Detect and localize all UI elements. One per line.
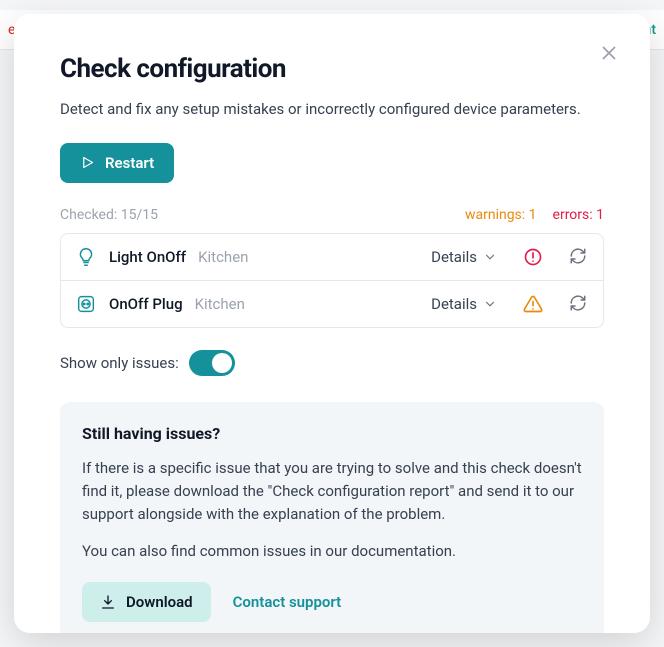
warning-icon <box>523 294 543 314</box>
download-button[interactable]: Download <box>82 582 211 622</box>
chevron-down-icon <box>483 297 497 311</box>
close-button[interactable] <box>598 42 620 68</box>
device-list: Light OnOff Kitchen Details OnOff Plug K… <box>60 233 604 328</box>
contact-support-link[interactable]: Contact support <box>233 593 342 611</box>
device-row: OnOff Plug Kitchen Details <box>61 280 603 327</box>
filter-row: Show only issues: <box>60 350 604 376</box>
refresh-button[interactable] <box>569 247 589 267</box>
restart-button[interactable]: Restart <box>60 143 174 183</box>
chevron-down-icon <box>483 250 497 264</box>
toggle-knob <box>212 353 232 373</box>
plug-icon <box>75 293 97 315</box>
help-body: If there is a specific issue that you ar… <box>82 457 582 527</box>
stats-row: Checked: 15/15 warnings: 1 errors: 1 <box>60 207 604 223</box>
help-body: You can also find common issues in our d… <box>82 540 582 563</box>
lightbulb-icon <box>75 246 97 268</box>
check-configuration-modal: Check configuration Detect and fix any s… <box>14 14 650 633</box>
device-location: Kitchen <box>198 248 248 266</box>
download-label: Download <box>126 593 193 611</box>
modal-subtitle: Detect and fix any setup mistakes or inc… <box>60 98 604 121</box>
details-toggle[interactable]: Details <box>431 295 497 313</box>
play-icon <box>80 155 95 170</box>
refresh-icon <box>569 247 587 265</box>
help-title: Still having issues? <box>82 424 582 443</box>
refresh-button[interactable] <box>569 294 589 314</box>
errors-count: errors: 1 <box>553 207 604 223</box>
device-name: OnOff Plug <box>109 295 183 313</box>
toggle-label: Show only issues: <box>60 354 179 372</box>
help-card: Still having issues? If there is a speci… <box>60 402 604 634</box>
device-location: Kitchen <box>195 295 245 313</box>
warnings-count: warnings: 1 <box>465 207 537 223</box>
device-row: Light OnOff Kitchen Details <box>61 234 603 280</box>
refresh-icon <box>569 294 587 312</box>
device-name: Light OnOff <box>109 248 186 266</box>
details-toggle[interactable]: Details <box>431 248 497 266</box>
show-issues-toggle[interactable] <box>189 350 235 376</box>
close-icon <box>598 42 620 64</box>
error-icon <box>523 247 543 267</box>
modal-title: Check configuration <box>60 54 604 84</box>
download-icon <box>100 594 116 610</box>
restart-label: Restart <box>105 154 154 172</box>
checked-count: Checked: 15/15 <box>60 207 158 223</box>
